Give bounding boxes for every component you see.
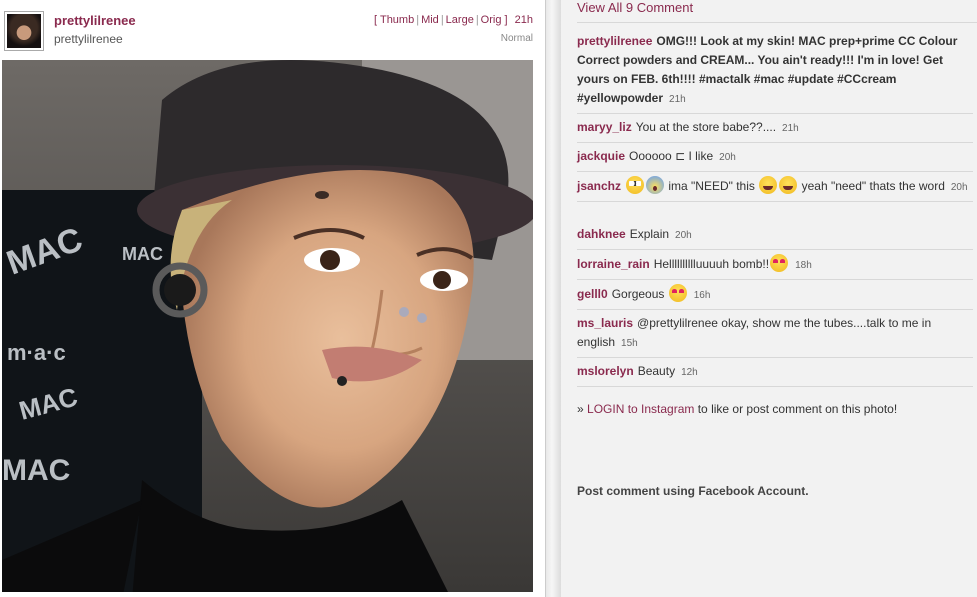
- comment-user-link[interactable]: gelll0: [577, 287, 608, 301]
- comment-user-link[interactable]: mslorelyn: [577, 364, 634, 378]
- comment-text: ima "NEED" this: [668, 179, 755, 193]
- avatar[interactable]: [4, 11, 44, 51]
- comment-time: 20h: [950, 182, 968, 193]
- size-large-link[interactable]: Large: [446, 14, 474, 26]
- login-prompt: » LOGIN to Instagram to like or post com…: [577, 402, 897, 416]
- svg-text:MAC: MAC: [2, 454, 70, 487]
- comment-text: Beauty: [637, 364, 676, 378]
- facebook-comment-label[interactable]: Post comment using Facebook Account.: [577, 484, 809, 498]
- size-orig-link[interactable]: Orig: [481, 14, 502, 26]
- comment-user-link[interactable]: dahknee: [577, 227, 626, 241]
- post-fullname: prettylilrenee: [54, 32, 123, 46]
- comment-item: mslorelyn Beauty 12h: [577, 362, 973, 387]
- comment-user-link[interactable]: ms_lauris: [577, 316, 633, 330]
- comment-item: lorraine_rain Helllllllllluuuuh bomb!! 18h: [577, 254, 973, 280]
- comment-text: You at the store babe??....: [635, 120, 777, 134]
- selfie-photo: MAC m·a·c MAC MAC MAC: [2, 60, 533, 592]
- comment-time: 21h: [669, 94, 686, 105]
- flushed-face-icon: [626, 176, 645, 194]
- comment-text: Oooooo ⊏ I like: [629, 149, 714, 163]
- view-all-comments-link[interactable]: View All 9 Comment: [577, 0, 693, 15]
- svg-text:MAC: MAC: [122, 244, 163, 264]
- comment-text: Gorgeous: [611, 287, 665, 301]
- post-header: prettylilrenee prettylilrenee [ Thumb | Mi…: [0, 0, 545, 60]
- comment-item: jsanchz ima "NEED" this yeah "need" that…: [577, 176, 973, 202]
- screaming-face-icon: [646, 176, 665, 194]
- size-thumb-link[interactable]: Thumb: [380, 14, 414, 26]
- avatar-image: [7, 14, 41, 48]
- comment-item: dahknee Explain 20h: [577, 225, 973, 250]
- comment-time: 16h: [693, 290, 711, 301]
- comment-user-link[interactable]: jsanchz: [577, 179, 621, 193]
- comment-user-link[interactable]: lorraine_rain: [577, 257, 650, 271]
- panel-divider[interactable]: [545, 0, 561, 597]
- login-prefix: »: [577, 402, 588, 416]
- heart-eyes-icon: [770, 254, 789, 272]
- login-suffix: to like or post comment on this photo!: [694, 402, 898, 416]
- comment-text: yeah "need" thats the word: [801, 179, 945, 193]
- comment-time: 18h: [795, 260, 812, 271]
- comment-item: gelll0 Gorgeous 16h: [577, 284, 973, 310]
- post-time: 21h: [514, 14, 533, 26]
- caption-comment: prettylilrenee OMG!!! Look at my skin! MA…: [577, 32, 973, 114]
- tears-of-joy-icon: [759, 176, 778, 194]
- post-panel: prettylilrenee prettylilrenee [ Thumb | Mi…: [0, 0, 545, 597]
- size-mid-link[interactable]: Mid: [421, 14, 439, 26]
- comment-user-link[interactable]: maryy_liz: [577, 120, 632, 134]
- comment-user-link[interactable]: prettylilrenee: [577, 34, 652, 48]
- comment-time: 15h: [621, 338, 638, 349]
- comment-user-link[interactable]: jackquie: [577, 149, 625, 163]
- size-links: [ Thumb | Mid | Large | Orig ] 21h: [374, 14, 533, 26]
- comments-panel: View All 9 Comment prettylilrenee OMG!!! …: [561, 0, 977, 597]
- comment-time: 20h: [719, 152, 736, 163]
- post-photo[interactable]: MAC m·a·c MAC MAC MAC: [2, 60, 533, 592]
- comment-text: Helllllllllluuuuh bomb!!: [653, 257, 770, 271]
- tears-of-joy-icon: [779, 176, 798, 194]
- heart-eyes-icon: [668, 284, 687, 302]
- comment-time: 20h: [675, 230, 692, 241]
- comment-text: Explain: [629, 227, 670, 241]
- comment-time: 21h: [782, 123, 799, 134]
- svg-text:m·a·c: m·a·c: [7, 340, 66, 365]
- comment-item: ms_lauris @prettylilrenee okay, show me t…: [577, 314, 973, 358]
- comment-item: maryy_liz You at the store babe??.... 21h: [577, 118, 973, 143]
- post-username-link[interactable]: prettylilrenee: [54, 13, 136, 28]
- comment-time: 12h: [681, 367, 698, 378]
- login-link[interactable]: LOGIN to Instagram: [587, 402, 694, 416]
- post-filter: Normal: [500, 33, 533, 44]
- comment-item: jackquie Oooooo ⊏ I like 20h: [577, 147, 973, 172]
- divider: [577, 22, 977, 23]
